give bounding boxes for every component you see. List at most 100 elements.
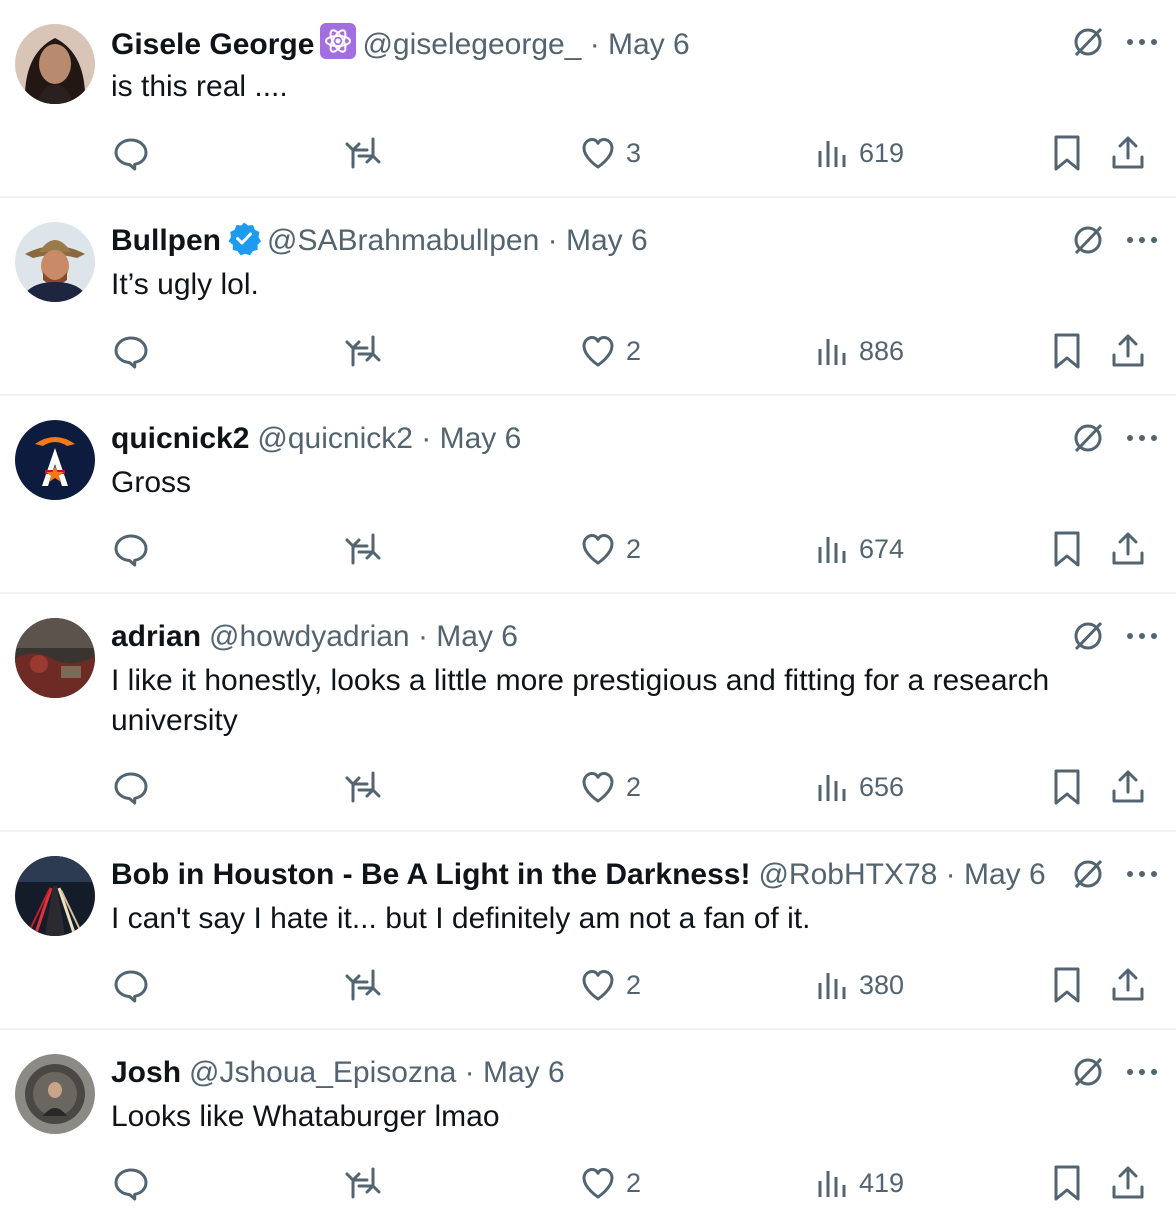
reply-button[interactable] [111,331,161,371]
reply-button[interactable] [111,767,161,807]
verified-badge-icon [227,221,261,266]
avatar[interactable] [15,420,95,500]
repost-button[interactable] [343,133,393,173]
like-count: 2 [626,534,642,564]
post-text: I can't say I hate it... but I definitel… [111,902,811,935]
views-button[interactable]: 886 [817,331,904,371]
share-button[interactable] [1110,331,1146,371]
bookmark-button[interactable] [1051,1163,1083,1203]
display-name[interactable]: adrian [111,620,201,653]
repost-button[interactable] [343,331,393,371]
bookmark-button[interactable] [1051,767,1083,807]
like-count: 3 [626,138,642,168]
like-button[interactable]: 2 [580,1163,641,1203]
share-button[interactable] [1110,529,1146,569]
avatar[interactable] [15,618,95,698]
reply-button[interactable] [111,965,161,1005]
reply-post[interactable]: Josh @Jshoua_Episozna · May 6 Looks like … [0,1030,1176,1224]
reply-button[interactable] [111,133,161,173]
post-date[interactable]: May 6 [964,858,1046,891]
display-name[interactable]: quicnick2 [111,422,249,455]
post-text: It’s ugly lol. [111,268,259,301]
bookmark-button[interactable] [1051,133,1083,173]
action-bar: 3 619 [111,133,1146,173]
views-button[interactable]: 674 [817,529,904,569]
more-options-icon[interactable] [1126,618,1158,659]
more-options-icon[interactable] [1126,222,1158,263]
views-button[interactable]: 656 [817,767,904,807]
separator: · [581,28,609,61]
repost-button[interactable] [343,965,393,1005]
views-count: 886 [859,336,905,366]
display-name[interactable]: Josh [111,1056,181,1089]
repost-button[interactable] [343,1163,393,1203]
views-button[interactable]: 619 [817,133,904,173]
like-count: 2 [626,970,642,1000]
user-handle[interactable]: @SABrahmabullpen [267,224,539,257]
display-name[interactable]: Bob in Houston - Be A Light in the Darkn… [111,858,750,891]
share-button[interactable] [1110,767,1146,807]
grok-icon[interactable] [1070,222,1106,263]
more-options-icon[interactable] [1126,420,1158,461]
more-options-icon[interactable] [1126,856,1158,897]
like-button[interactable]: 2 [580,529,641,569]
avatar[interactable] [15,1054,95,1134]
post-text: I like it honestly, looks a little more … [111,664,1050,737]
grok-icon[interactable] [1070,618,1106,659]
reply-post[interactable]: adrian @howdyadrian · May 6 I like it hon… [0,594,1176,832]
user-handle[interactable]: @howdyadrian [209,620,410,653]
like-button[interactable]: 2 [580,965,641,1005]
reply-post[interactable]: quicnick2 @quicnick2 · May 6 Gross 2 674 [0,396,1176,594]
share-button[interactable] [1110,965,1146,1005]
like-button[interactable]: 2 [580,767,641,807]
share-button[interactable] [1110,133,1146,173]
action-bar: 2 380 [111,965,1146,1005]
action-bar: 2 886 [111,331,1146,371]
post-date[interactable]: May 6 [436,620,518,653]
bookmark-button[interactable] [1051,965,1083,1005]
more-options-icon[interactable] [1126,24,1158,65]
grok-icon[interactable] [1070,24,1106,65]
more-options-icon[interactable] [1126,1054,1158,1095]
like-button[interactable]: 3 [580,133,641,173]
avatar[interactable] [15,24,95,104]
reply-post[interactable]: Gisele George @giselegeorge_ · May 6 is t… [0,0,1176,198]
separator: · [409,620,437,653]
grok-icon[interactable] [1070,420,1106,461]
reply-post[interactable]: Bob in Houston - Be A Light in the Darkn… [0,832,1176,1030]
user-handle[interactable]: @Jshoua_Episozna [189,1056,456,1089]
grok-icon[interactable] [1070,1054,1106,1095]
like-count: 2 [626,336,642,366]
post-date[interactable]: May 6 [483,1056,565,1089]
post-text: is this real .... [111,70,288,103]
like-button[interactable]: 2 [580,331,641,371]
user-handle[interactable]: @giselegeorge_ [362,28,581,61]
post-text: Gross [111,466,192,499]
post-text: Looks like Whataburger lmao [111,1100,500,1133]
separator: · [412,422,440,455]
reply-post[interactable]: Bullpen @SABrahmabullpen · May 6 It’s ugl… [0,198,1176,396]
grok-icon[interactable] [1070,856,1106,897]
views-button[interactable]: 419 [817,1163,904,1203]
user-handle[interactable]: @RobHTX78 [758,858,937,891]
bookmark-button[interactable] [1051,529,1083,569]
display-name[interactable]: Bullpen [111,224,221,257]
bookmark-button[interactable] [1051,331,1083,371]
repost-button[interactable] [343,529,393,569]
repost-button[interactable] [343,767,393,807]
share-button[interactable] [1110,1163,1146,1203]
views-count: 674 [859,534,905,564]
display-name[interactable]: Gisele George [111,28,314,61]
action-bar: 2 419 [111,1163,1146,1203]
post-date[interactable]: May 6 [608,28,690,61]
post-date[interactable]: May 6 [566,224,648,257]
like-count: 2 [626,1168,642,1198]
views-button[interactable]: 380 [817,965,904,1005]
reply-button[interactable] [111,1163,161,1203]
user-handle[interactable]: @quicnick2 [257,422,413,455]
reply-button[interactable] [111,529,161,569]
avatar[interactable] [15,222,95,302]
views-count: 656 [859,772,905,802]
post-date[interactable]: May 6 [440,422,522,455]
avatar[interactable] [15,856,95,936]
